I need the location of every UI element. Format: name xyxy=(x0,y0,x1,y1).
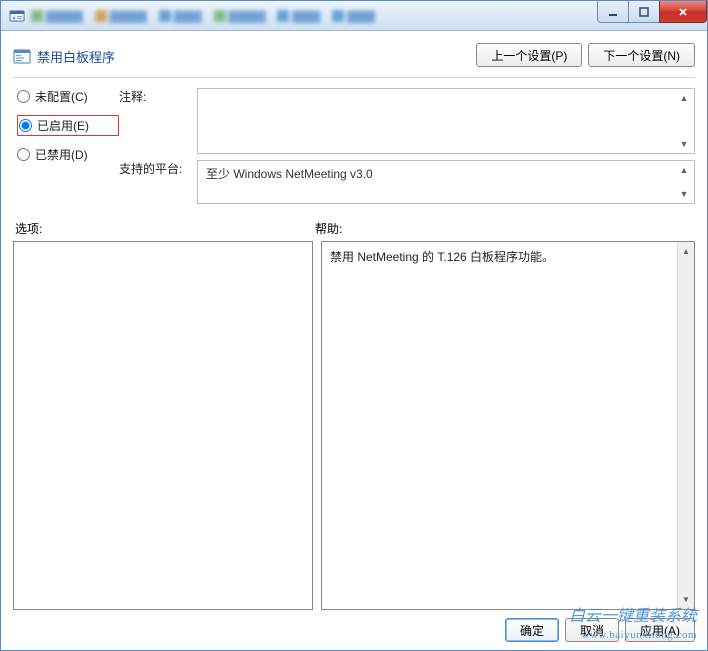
previous-setting-button[interactable]: 上一个设置(P) xyxy=(476,43,582,67)
radio-not-configured-input[interactable] xyxy=(17,90,30,103)
radio-disabled-input[interactable] xyxy=(17,148,30,161)
titlebar-blur-tabs: ▇▇▇▇ ▇▇▇▇ ▇▇▇ ▇▇▇▇ ▇▇▇ ▇▇▇ xyxy=(31,9,375,23)
scrollbar[interactable]: ▲ ▼ xyxy=(677,242,694,609)
ok-button[interactable]: 确定 xyxy=(505,618,559,642)
minimize-button[interactable] xyxy=(597,1,629,23)
help-pane: 禁用 NetMeeting 的 T.126 白板程序功能。 ▲ ▼ xyxy=(321,241,695,610)
options-label: 选项: xyxy=(13,220,313,237)
window-icon xyxy=(9,8,25,24)
policy-title: 禁用白板程序 xyxy=(37,47,115,66)
platform-text: 至少 Windows NetMeeting v3.0 xyxy=(206,167,373,181)
scroll-up-icon[interactable]: ▲ xyxy=(676,162,692,178)
radio-label: 未配置(C) xyxy=(35,88,88,105)
window-controls xyxy=(598,1,707,23)
scroll-up-icon[interactable]: ▲ xyxy=(676,90,692,106)
radio-enabled[interactable]: 已启用(E) xyxy=(17,115,119,136)
client-area: 禁用白板程序 上一个设置(P) 下一个设置(N) 未配置(C) xyxy=(1,31,707,650)
scroll-down-icon[interactable]: ▼ xyxy=(676,136,692,152)
close-button[interactable] xyxy=(659,1,707,23)
next-setting-button[interactable]: 下一个设置(N) xyxy=(588,43,695,67)
policy-title-row: 禁用白板程序 xyxy=(13,41,115,66)
radio-not-configured[interactable]: 未配置(C) xyxy=(17,88,119,105)
comment-label: 注释: xyxy=(119,88,197,105)
divider xyxy=(13,77,695,78)
supported-platform-box: 至少 Windows NetMeeting v3.0 ▲ ▼ xyxy=(197,160,695,204)
help-text: 禁用 NetMeeting 的 T.126 白板程序功能。 xyxy=(330,250,554,264)
platform-label: 支持的平台: xyxy=(119,160,197,177)
policy-editor-window: ▇▇▇▇ ▇▇▇▇ ▇▇▇ ▇▇▇▇ ▇▇▇ ▇▇▇ 禁用 xyxy=(0,0,708,651)
comment-textbox[interactable]: ▲ ▼ xyxy=(197,88,695,154)
scroll-up-icon[interactable]: ▲ xyxy=(679,244,694,259)
scroll-down-icon[interactable]: ▼ xyxy=(676,186,692,202)
state-radio-group: 未配置(C) 已启用(E) 已禁用(D) xyxy=(13,88,119,163)
radio-label: 已启用(E) xyxy=(37,117,89,134)
cancel-button[interactable]: 取消 xyxy=(565,618,619,642)
options-pane xyxy=(13,241,313,610)
scroll-down-icon[interactable]: ▼ xyxy=(679,592,694,607)
policy-icon xyxy=(13,48,31,66)
apply-button[interactable]: 应用(A) xyxy=(625,618,695,642)
radio-label: 已禁用(D) xyxy=(35,146,88,163)
radio-enabled-input[interactable] xyxy=(19,119,32,132)
help-label: 帮助: xyxy=(313,220,695,237)
radio-disabled[interactable]: 已禁用(D) xyxy=(17,146,119,163)
titlebar: ▇▇▇▇ ▇▇▇▇ ▇▇▇ ▇▇▇▇ ▇▇▇ ▇▇▇ xyxy=(1,1,707,31)
maximize-button[interactable] xyxy=(628,1,660,23)
